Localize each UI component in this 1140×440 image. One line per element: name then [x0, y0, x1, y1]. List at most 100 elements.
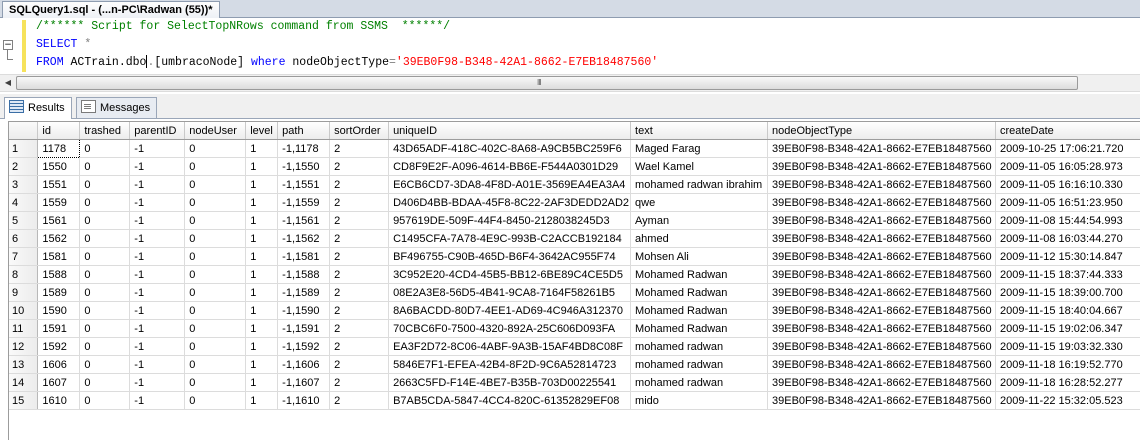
cell-nodeuser[interactable]: 0 [184, 175, 247, 194]
row-number[interactable]: 15 [9, 391, 39, 410]
cell-nodeobjecttype[interactable]: 39EB0F98-B348-42A1-8662-E7EB18487560 [767, 373, 996, 392]
cell-parentid[interactable]: -1 [129, 355, 186, 374]
cell-parentid[interactable]: -1 [129, 229, 186, 248]
cell-path[interactable]: -1,1606 [277, 355, 331, 374]
cell-createdate[interactable]: 2009-11-18 16:19:52.770 [995, 355, 1140, 374]
column-header-nodeobjecttype[interactable]: nodeObjectType [767, 122, 996, 140]
cell-text[interactable]: Mohamed Radwan [630, 283, 769, 302]
cell-path[interactable]: -1,1178 [277, 139, 331, 158]
cell-sortorder[interactable]: 2 [329, 247, 390, 266]
cell-parentid[interactable]: -1 [129, 193, 186, 212]
cell-path[interactable]: -1,1559 [277, 193, 331, 212]
cell-parentid[interactable]: -1 [129, 319, 186, 338]
cell-parentid[interactable]: -1 [129, 373, 186, 392]
table-row[interactable]: 15 1610 0 -1 0 1 -1,1610 2 B7AB5CDA-5847-4CC4-82… [9, 391, 1140, 410]
table-row[interactable]: 3 1551 0 -1 0 1 -1,1551 2 E6CB6CD7-3DA8-4F8D-A01… [9, 175, 1140, 194]
tab-messages[interactable]: Messages [76, 97, 158, 118]
cell-level[interactable]: 1 [245, 283, 279, 302]
table-row[interactable]: 4 1559 0 -1 0 1 -1,1559 2 D406D4BB-BDAA-45F8-8C2… [9, 193, 1140, 212]
cell-nodeobjecttype[interactable]: 39EB0F98-B348-42A1-8662-E7EB18487560 [767, 193, 996, 212]
table-row[interactable]: 6 1562 0 -1 0 1 -1,1562 2 C1495CFA-7A78-4E9C-993… [9, 229, 1140, 248]
row-number[interactable]: 13 [9, 355, 39, 374]
cell-trashed[interactable]: 0 [79, 211, 131, 230]
cell-sortorder[interactable]: 2 [329, 283, 390, 302]
column-header-trashed[interactable]: trashed [79, 122, 131, 140]
row-number[interactable]: 9 [9, 283, 39, 302]
row-number[interactable]: 7 [9, 247, 39, 266]
query-document-tab[interactable]: SQLQuery1.sql - (...n-PC\Radwan (55))* [2, 1, 220, 18]
cell-nodeobjecttype[interactable]: 39EB0F98-B348-42A1-8662-E7EB18487560 [767, 229, 996, 248]
tab-results[interactable]: Results [4, 97, 72, 119]
collapse-icon[interactable]: − [3, 40, 13, 50]
cell-id[interactable]: 1559 [37, 193, 81, 212]
cell-id[interactable]: 1581 [37, 247, 81, 266]
cell-level[interactable]: 1 [245, 373, 279, 392]
cell-createdate[interactable]: 2009-11-05 16:51:23.950 [995, 193, 1140, 212]
cell-parentid[interactable]: -1 [129, 391, 186, 410]
cell-nodeobjecttype[interactable]: 39EB0F98-B348-42A1-8662-E7EB18487560 [767, 283, 996, 302]
cell-path[interactable]: -1,1610 [277, 391, 331, 410]
row-number[interactable]: 12 [9, 337, 39, 356]
cell-parentid[interactable]: -1 [129, 301, 186, 320]
cell-trashed[interactable]: 0 [79, 247, 131, 266]
table-row[interactable]: 8 1588 0 -1 0 1 -1,1588 2 3C952E20-4CD4-45B5-BB1… [9, 265, 1140, 284]
cell-createdate[interactable]: 2009-10-25 17:06:21.720 [995, 139, 1140, 158]
cell-uniqueid[interactable]: 3C952E20-4CD4-45B5-BB12-6BE89C4CE5D5 [388, 265, 632, 284]
cell-sortorder[interactable]: 2 [329, 229, 390, 248]
cell-uniqueid[interactable]: 2663C5FD-F14E-4BE7-B35B-703D00225541 [388, 373, 632, 392]
cell-nodeuser[interactable]: 0 [184, 337, 247, 356]
cell-sortorder[interactable]: 2 [329, 157, 390, 176]
column-header-parentid[interactable]: parentID [129, 122, 186, 140]
cell-nodeuser[interactable]: 0 [184, 229, 247, 248]
cell-nodeobjecttype[interactable]: 39EB0F98-B348-42A1-8662-E7EB18487560 [767, 355, 996, 374]
table-row[interactable]: 14 1607 0 -1 0 1 -1,1607 2 2663C5FD-F14E-4BE7-B3… [9, 373, 1140, 392]
cell-text[interactable]: Mohsen Ali [630, 247, 769, 266]
cell-createdate[interactable]: 2009-11-08 15:44:54.993 [995, 211, 1140, 230]
cell-text[interactable]: mohamed radwan [630, 355, 769, 374]
cell-uniqueid[interactable]: CD8F9E2F-A096-4614-BB6E-F544A0301D29 [388, 157, 632, 176]
cell-createdate[interactable]: 2009-11-18 16:28:52.277 [995, 373, 1140, 392]
cell-createdate[interactable]: 2009-11-05 16:16:10.330 [995, 175, 1140, 194]
cell-text[interactable]: Mohamed Radwan [630, 301, 769, 320]
cell-level[interactable]: 1 [245, 301, 279, 320]
cell-uniqueid[interactable]: 70CBC6F0-7500-4320-892A-25C606D093FA [388, 319, 632, 338]
cell-trashed[interactable]: 0 [79, 373, 131, 392]
scroll-left-icon[interactable]: ◀ [1, 76, 15, 90]
cell-uniqueid[interactable]: 8A6BACDD-80D7-4EE1-AD69-4C946A312370 [388, 301, 632, 320]
cell-trashed[interactable]: 0 [79, 355, 131, 374]
row-number[interactable]: 2 [9, 157, 39, 176]
cell-sortorder[interactable]: 2 [329, 211, 390, 230]
cell-path[interactable]: -1,1550 [277, 157, 331, 176]
table-row[interactable]: 13 1606 0 -1 0 1 -1,1606 2 5846E7F1-EFEA-42B4-8F… [9, 355, 1140, 374]
cell-nodeobjecttype[interactable]: 39EB0F98-B348-42A1-8662-E7EB18487560 [767, 337, 996, 356]
cell-uniqueid[interactable]: 957619DE-509F-44F4-8450-2128038245D3 [388, 211, 632, 230]
cell-sortorder[interactable]: 2 [329, 139, 390, 158]
cell-createdate[interactable]: 2009-11-05 16:05:28.973 [995, 157, 1140, 176]
cell-sortorder[interactable]: 2 [329, 373, 390, 392]
cell-id[interactable]: 1589 [37, 283, 81, 302]
cell-text[interactable]: Mohamed Radwan [630, 319, 769, 338]
cell-id[interactable]: 1607 [37, 373, 81, 392]
cell-path[interactable]: -1,1561 [277, 211, 331, 230]
cell-trashed[interactable]: 0 [79, 337, 131, 356]
cell-level[interactable]: 1 [245, 193, 279, 212]
cell-id[interactable]: 1562 [37, 229, 81, 248]
column-header-path[interactable]: path [277, 122, 331, 140]
cell-createdate[interactable]: 2009-11-15 19:03:32.330 [995, 337, 1140, 356]
cell-trashed[interactable]: 0 [79, 283, 131, 302]
cell-uniqueid[interactable]: EA3F2D72-8C06-4ABF-9A3B-15AF4BD8C08F [388, 337, 632, 356]
cell-trashed[interactable]: 0 [79, 157, 131, 176]
cell-parentid[interactable]: -1 [129, 337, 186, 356]
cell-id[interactable]: 1561 [37, 211, 81, 230]
cell-uniqueid[interactable]: 5846E7F1-EFEA-42B4-8F2D-9C6A52814723 [388, 355, 632, 374]
cell-level[interactable]: 1 [245, 391, 279, 410]
table-row[interactable]: 1 1178 0 -1 0 1 -1,1178 2 43D65ADF-418C-402C-8A6… [9, 139, 1140, 158]
cell-path[interactable]: -1,1551 [277, 175, 331, 194]
cell-uniqueid[interactable]: 43D65ADF-418C-402C-8A68-A9CB5BC259F6 [388, 139, 632, 158]
cell-nodeuser[interactable]: 0 [184, 373, 247, 392]
cell-createdate[interactable]: 2009-11-15 18:39:00.700 [995, 283, 1140, 302]
cell-nodeuser[interactable]: 0 [184, 283, 247, 302]
cell-text[interactable]: ahmed [630, 229, 769, 248]
cell-text[interactable]: mido [630, 391, 769, 410]
cell-text[interactable]: mohamed radwan [630, 337, 769, 356]
